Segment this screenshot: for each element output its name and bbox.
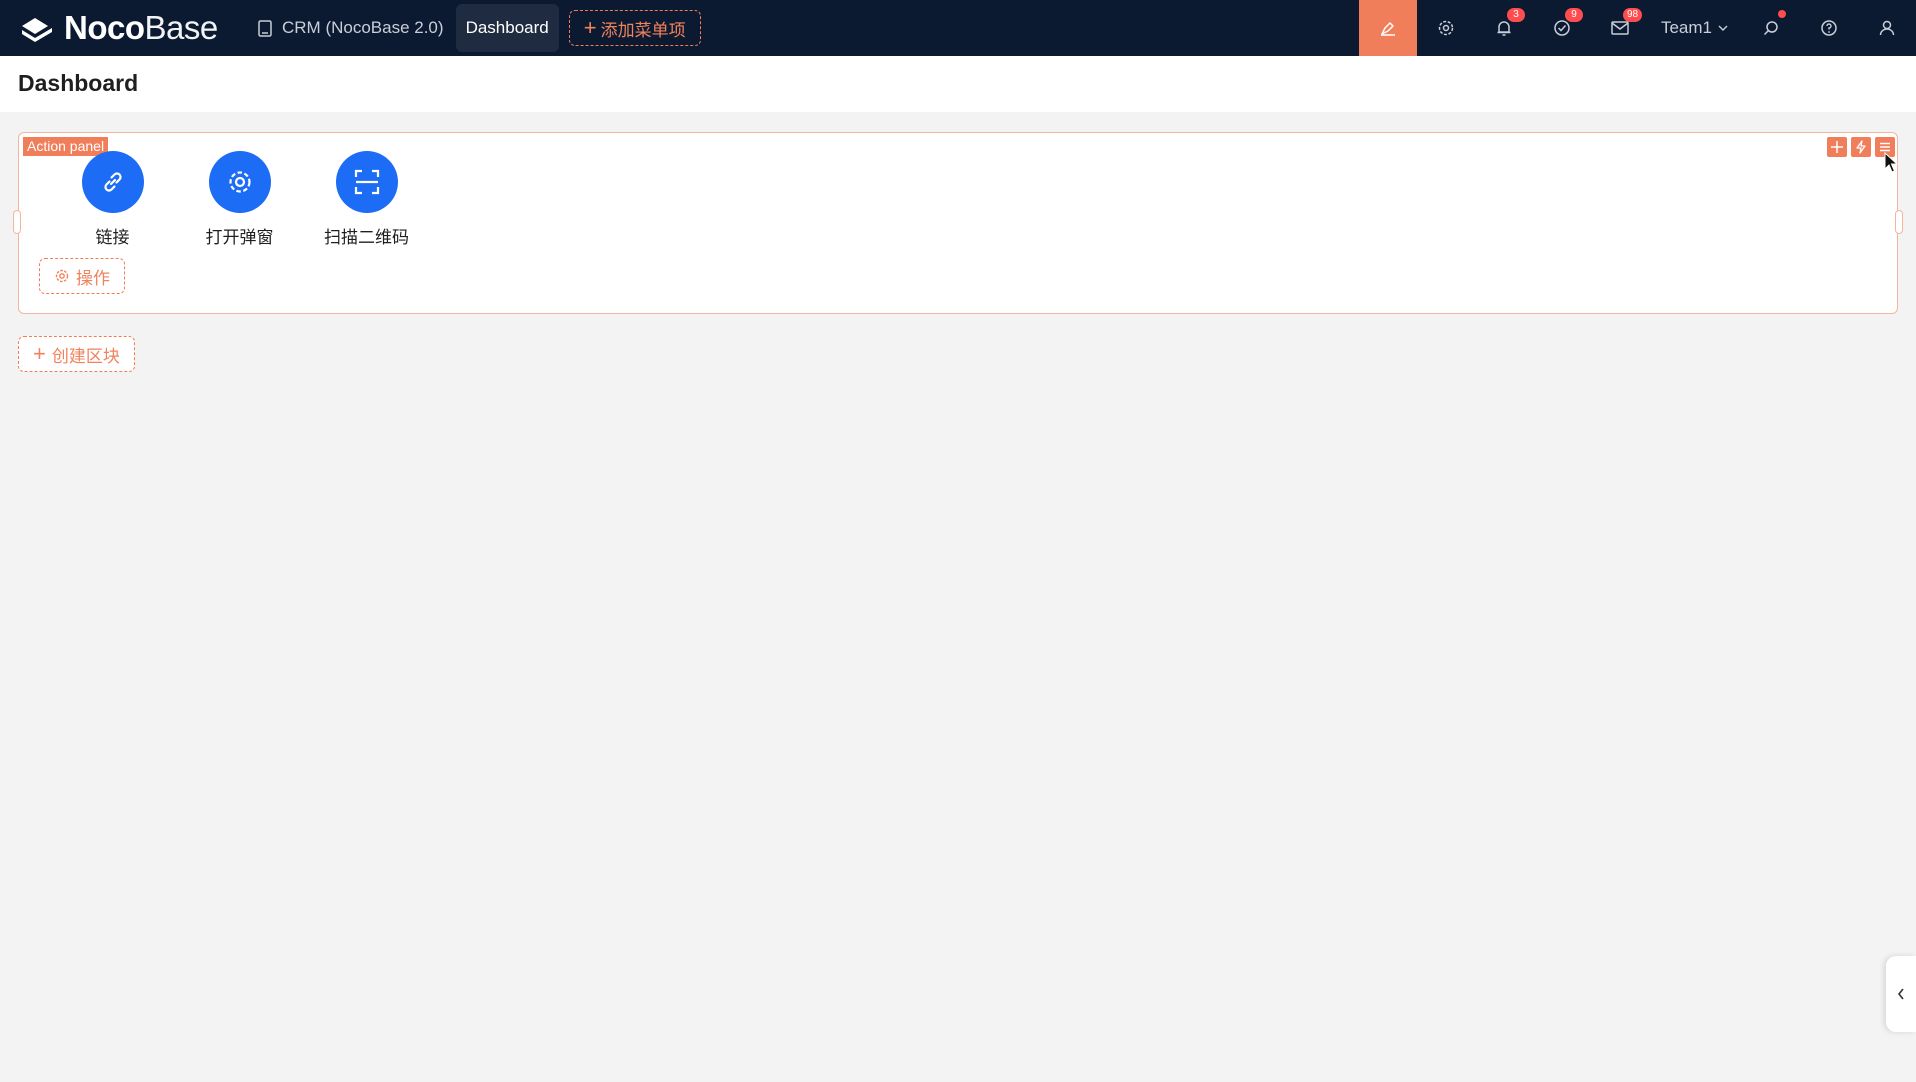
team-label: Team1	[1660, 18, 1712, 37]
action-panel-actions: 链接 打开弹窗 扫描二维码	[49, 151, 430, 248]
help-button[interactable]	[1800, 0, 1858, 56]
plus-icon: +	[583, 15, 597, 40]
link-icon	[103, 172, 122, 192]
resize-handle-left[interactable]	[13, 210, 21, 234]
action-link-label: 链接	[95, 228, 130, 247]
tasks-badge: 9	[1564, 8, 1583, 22]
lightning-icon	[1856, 140, 1866, 154]
notifications-button[interactable]: 3	[1475, 0, 1533, 56]
mouse-cursor-icon	[1884, 152, 1898, 173]
logo-text-bold: Noco	[64, 9, 145, 46]
nocobase-logo-icon	[22, 18, 52, 42]
scan-icon	[354, 169, 379, 195]
chevron-left-icon	[1897, 988, 1904, 1000]
action-scan-qr-circle[interactable]	[335, 151, 398, 213]
ui-editor-button[interactable]	[1358, 0, 1417, 56]
document-icon	[258, 19, 272, 37]
user-icon	[1879, 20, 1895, 36]
action-link-circle[interactable]	[81, 151, 144, 213]
configure-actions-label: 操作	[76, 268, 110, 288]
create-block-label: 创建区块	[51, 346, 120, 366]
drag-block-button[interactable]	[1827, 137, 1847, 157]
help-icon	[1821, 20, 1837, 36]
action-panel-block[interactable]: Action panel 链接 打开弹窗 扫描二维码 操作	[13, 132, 1903, 314]
chevron-down-icon	[1718, 25, 1728, 31]
gear-icon	[1438, 20, 1454, 36]
team-switcher[interactable]: Team1	[1649, 0, 1742, 56]
action-link[interactable]: 链接	[49, 151, 176, 248]
nav-item-crm-label: CRM (NocoBase 2.0)	[282, 18, 444, 37]
search-indicator-dot	[1778, 10, 1786, 18]
action-scan-qr[interactable]: 扫描二维码	[303, 151, 430, 248]
nav-item-dashboard[interactable]: Dashboard	[455, 4, 559, 52]
configure-actions-button[interactable]: 操作	[39, 258, 125, 294]
block-event-flow-button[interactable]	[1851, 137, 1871, 157]
logo-text-light: Base	[144, 9, 219, 46]
gear-icon	[55, 269, 69, 283]
user-profile-button[interactable]	[1858, 0, 1916, 56]
plus-icon: +	[33, 341, 46, 366]
nocobase-logo[interactable]: Noco Base	[0, 0, 248, 56]
notifications-badge: 3	[1506, 8, 1525, 22]
search-icon	[1763, 21, 1778, 36]
ui-editor-icon	[1380, 22, 1395, 36]
action-open-popup-circle[interactable]	[208, 151, 271, 213]
gear-icon	[228, 171, 251, 193]
action-scan-qr-label: 扫描二维码	[324, 228, 409, 247]
tasks-button[interactable]: 9	[1533, 0, 1591, 56]
top-navigation-bar: Noco Base CRM (NocoBase 2.0) Dashboard +…	[0, 0, 1916, 56]
settings-button[interactable]	[1417, 0, 1475, 56]
add-menu-item-label: 添加菜单项	[600, 20, 686, 40]
action-open-popup-label: 打开弹窗	[205, 228, 274, 247]
resize-handle-right[interactable]	[1895, 210, 1903, 234]
messages-badge: 98	[1622, 8, 1643, 22]
add-menu-item-button[interactable]: + 添加菜单项	[568, 10, 701, 46]
top-right-toolbar: 3 9 98 Team1	[1358, 0, 1916, 56]
nav-item-dashboard-label: Dashboard	[465, 18, 549, 37]
action-open-popup[interactable]: 打开弹窗	[176, 151, 303, 248]
bell-icon	[1497, 21, 1511, 36]
side-panel-toggle[interactable]	[1886, 956, 1916, 1032]
search-button[interactable]	[1742, 0, 1800, 56]
nav-item-crm[interactable]: CRM (NocoBase 2.0)	[248, 4, 454, 52]
messages-button[interactable]: 98	[1591, 0, 1649, 56]
page-title: Dashboard	[18, 70, 139, 96]
check-circle-icon	[1554, 20, 1570, 36]
move-icon	[1831, 141, 1843, 153]
create-block-button[interactable]: + 创建区块	[18, 336, 135, 372]
page-header: Dashboard	[0, 56, 1916, 112]
